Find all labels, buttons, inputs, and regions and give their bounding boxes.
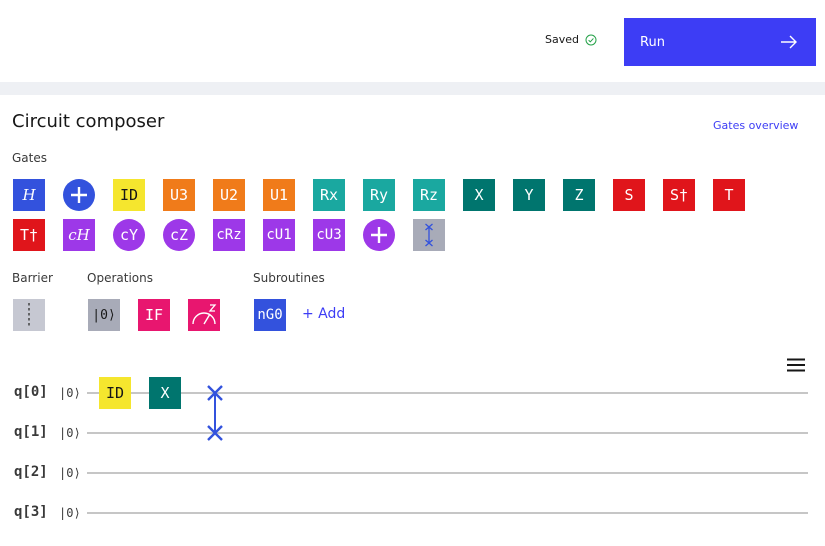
run-button[interactable]: Run <box>624 18 816 66</box>
gate-label: X <box>160 384 170 402</box>
gate-ch[interactable]: cH <box>63 219 95 251</box>
gates-section-label: Gates <box>12 151 47 165</box>
qubit-init-q3: |0⟩ <box>59 506 81 520</box>
qubit-label-q1: q[1] <box>14 424 48 440</box>
gate-add-single[interactable] <box>63 179 95 211</box>
top-bar: Saved Run <box>0 0 825 82</box>
gate-tdg[interactable]: T† <box>13 219 45 251</box>
gate-t[interactable]: T <box>713 179 745 211</box>
gate-swap[interactable] <box>413 219 445 251</box>
gate-label: nG0 <box>257 307 283 323</box>
gate-label: T† <box>19 226 39 244</box>
add-subroutine-link[interactable]: + Add <box>302 306 345 322</box>
gate-label: Rx <box>319 186 339 204</box>
measure-gate[interactable] <box>188 299 220 331</box>
hamburger-menu-icon[interactable] <box>787 358 805 372</box>
qubit-wire-q0[interactable] <box>87 392 808 394</box>
qubit-label-q0: q[0] <box>14 384 48 400</box>
gate-label: Rz <box>419 186 439 204</box>
gate-label: Y <box>524 186 534 204</box>
gate-label: ID <box>119 186 139 204</box>
gate-rz[interactable]: Rz <box>413 179 445 211</box>
qubit-label-q2: q[2] <box>14 464 48 480</box>
gate-label: U1 <box>269 186 289 204</box>
plus-icon <box>371 227 387 243</box>
run-label: Run <box>640 34 665 50</box>
gate-u3[interactable]: U3 <box>163 179 195 211</box>
gate-label: ID <box>105 384 125 402</box>
qubit-init-q1: |0⟩ <box>59 426 81 440</box>
subroutines-section-label: Subroutines <box>253 271 325 285</box>
gate-u1[interactable]: U1 <box>263 179 295 211</box>
gate-u2[interactable]: U2 <box>213 179 245 211</box>
gate-label: |0⟩ <box>92 307 116 323</box>
gate-ry[interactable]: Ry <box>363 179 395 211</box>
arrow-right-icon <box>781 35 797 49</box>
gate-add-multi[interactable] <box>363 219 395 251</box>
page-title: Circuit composer <box>12 111 165 132</box>
barrier-section-label: Barrier <box>12 271 53 285</box>
gate-cu1[interactable]: cU1 <box>263 219 295 251</box>
gate-label: cRz <box>216 227 242 243</box>
gate-crz[interactable]: cRz <box>213 219 245 251</box>
gate-label: cH <box>68 226 90 244</box>
gate-label: Z <box>574 186 584 204</box>
gate-label: S <box>624 186 634 204</box>
gate-label: IF <box>144 306 164 324</box>
circuit-gate-x-q0[interactable]: X <box>149 377 181 409</box>
saved-status: Saved <box>545 33 597 46</box>
gate-rx[interactable]: Rx <box>313 179 345 211</box>
gate-label: cY <box>119 226 139 244</box>
qubit-init-q2: |0⟩ <box>59 466 81 480</box>
gate-label: cU3 <box>316 227 342 243</box>
swap-icon <box>425 223 433 247</box>
gate-z[interactable]: Z <box>563 179 595 211</box>
reset-gate[interactable]: |0⟩ <box>88 299 120 331</box>
if-gate[interactable]: IF <box>138 299 170 331</box>
qubit-init-q0: |0⟩ <box>59 386 81 400</box>
qubit-label-q3: q[3] <box>14 504 48 520</box>
gate-h[interactable]: H <box>13 179 45 211</box>
gates-overview-link[interactable]: Gates overview <box>713 119 798 132</box>
qubit-wire-q1[interactable] <box>87 432 808 434</box>
circuit-swap-q0-q1[interactable] <box>202 380 228 446</box>
gate-label: S† <box>669 186 689 204</box>
gate-label: H <box>22 186 36 204</box>
gate-id[interactable]: ID <box>113 179 145 211</box>
subroutine-ng0[interactable]: nG0 <box>254 299 286 331</box>
gate-label: T <box>724 186 734 204</box>
gate-sdg[interactable]: S† <box>663 179 695 211</box>
check-circle-icon <box>585 34 597 45</box>
barrier-icon <box>28 303 30 327</box>
qubit-wire-q3[interactable] <box>87 512 808 514</box>
gate-label: cU1 <box>266 227 292 243</box>
gate-cu3[interactable]: cU3 <box>313 219 345 251</box>
gate-s[interactable]: S <box>613 179 645 211</box>
operations-section-label: Operations <box>87 271 153 285</box>
saved-label: Saved <box>545 33 579 46</box>
gate-cz[interactable]: cZ <box>163 219 195 251</box>
gate-label: X <box>474 186 484 204</box>
plus-icon <box>71 187 87 203</box>
gate-y[interactable]: Y <box>513 179 545 211</box>
gate-label: U3 <box>169 186 189 204</box>
barrier-gate[interactable] <box>13 299 45 331</box>
gate-label: Ry <box>369 186 389 204</box>
gate-label: cZ <box>169 226 189 244</box>
header-divider <box>0 82 825 95</box>
gate-x[interactable]: X <box>463 179 495 211</box>
gate-label: U2 <box>219 186 239 204</box>
qubit-wire-q2[interactable] <box>87 472 808 474</box>
gate-cy[interactable]: cY <box>113 219 145 251</box>
measure-icon <box>192 304 217 325</box>
circuit-gate-id-q0[interactable]: ID <box>99 377 131 409</box>
